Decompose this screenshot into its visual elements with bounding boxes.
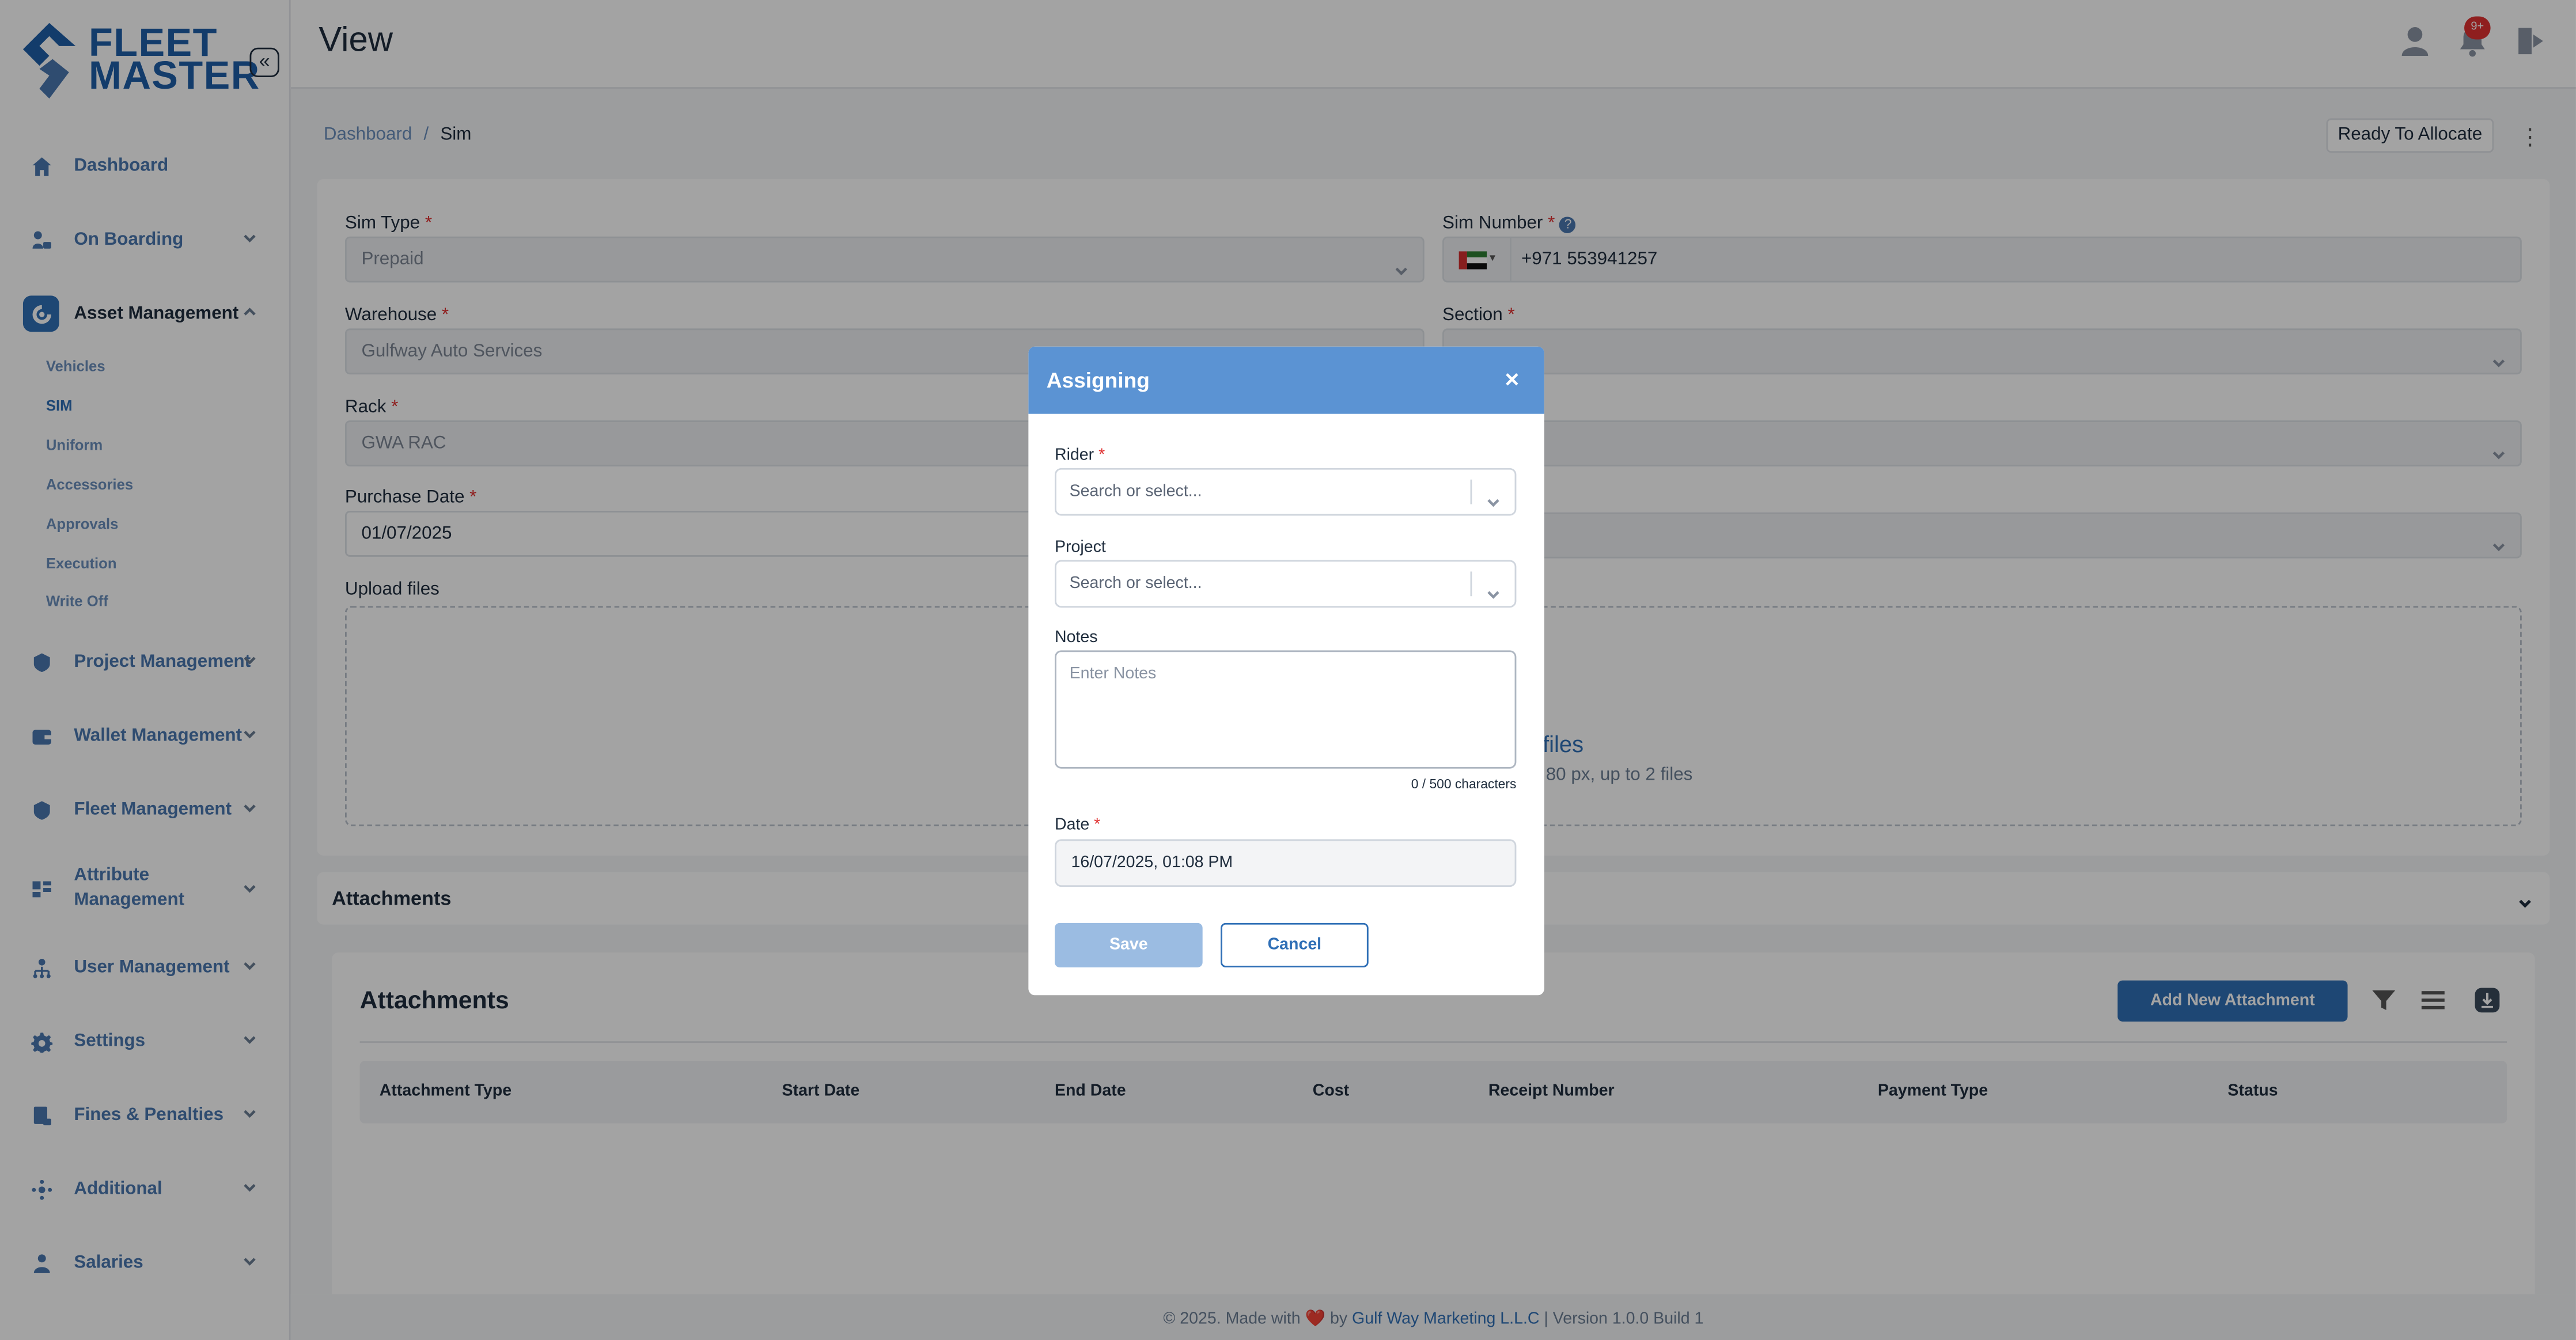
rider-label: Rider * xyxy=(1054,446,1105,465)
divider xyxy=(1470,479,1472,504)
save-button[interactable]: Save xyxy=(1054,923,1203,967)
modal-title: Assigning xyxy=(1046,367,1150,393)
project-placeholder: Search or select... xyxy=(1069,575,1202,593)
cancel-button[interactable]: Cancel xyxy=(1221,923,1369,967)
date-label: Date * xyxy=(1054,816,1101,834)
date-time-input[interactable]: 16/07/2025, 01:08 PM xyxy=(1054,839,1517,887)
notes-label: Notes xyxy=(1054,629,1098,647)
chevron-down-icon xyxy=(1485,576,1502,599)
notes-character-counter: 0 / 500 characters xyxy=(1411,776,1517,792)
close-icon[interactable]: × xyxy=(1505,366,1519,394)
divider xyxy=(1470,571,1472,597)
chevron-down-icon xyxy=(1485,484,1502,507)
app-root: FLEET MASTER « Dashboard On Boarding Ass… xyxy=(0,0,2576,1340)
project-label: Project xyxy=(1054,538,1106,557)
rider-select[interactable]: Search or select... xyxy=(1054,468,1517,516)
notes-textarea[interactable]: Enter Notes xyxy=(1054,650,1517,769)
notes-placeholder: Enter Notes xyxy=(1069,665,1157,684)
project-select[interactable]: Search or select... xyxy=(1054,560,1517,608)
modal-header: Assigning × xyxy=(1028,346,1544,414)
assigning-modal: Assigning × Rider * Search or select... … xyxy=(1028,346,1544,996)
date-value: 16/07/2025, 01:08 PM xyxy=(1071,854,1233,872)
rider-placeholder: Search or select... xyxy=(1069,483,1202,501)
